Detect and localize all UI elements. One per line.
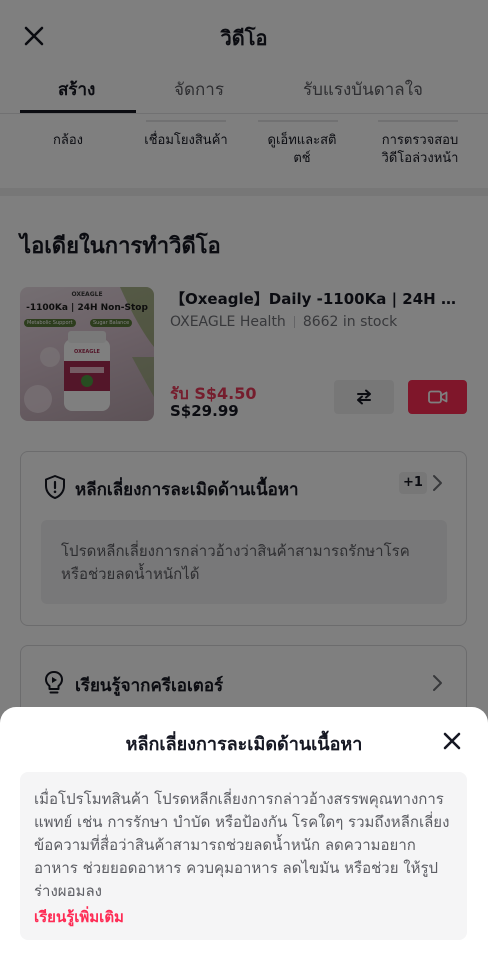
sheet-message-box: เมื่อโปรโมทสินค้า โปรดหลีกเลี่ยงการกล่าว… [20, 772, 467, 940]
sheet-body: เมื่อโปรโมทสินค้า โปรดหลีกเลี่ยงการกล่าว… [34, 790, 450, 900]
content-violation-sheet: หลีกเลี่ยงการละเมิดด้านเนื้อหา เมื่อโปรโ… [0, 707, 488, 960]
sheet-title: หลีกเลี่ยงการละเมิดด้านเนื้อหา [125, 734, 363, 755]
close-icon[interactable] [440, 729, 464, 753]
learn-more-link[interactable]: เรียนรู้เพิ่มเติม [34, 905, 453, 929]
